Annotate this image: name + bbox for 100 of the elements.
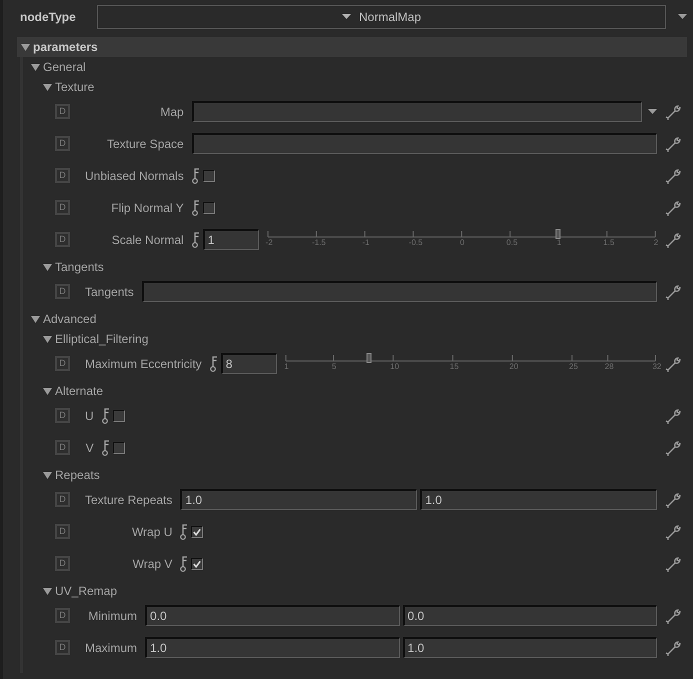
caret-icon[interactable]	[21, 42, 30, 52]
checkbox[interactable]	[112, 442, 125, 454]
group-title[interactable]: Tangents	[55, 258, 104, 276]
default-toggle-button[interactable]: D	[55, 640, 70, 655]
parameter-label: Maximum Eccentricity	[85, 356, 202, 372]
key-icon[interactable]	[192, 168, 200, 184]
group-title[interactable]: UV_Remap	[55, 582, 118, 600]
key-icon[interactable]	[192, 232, 200, 248]
group-title[interactable]: Advanced	[43, 310, 96, 328]
group-title[interactable]: Texture	[55, 78, 94, 96]
caret-icon[interactable]	[43, 386, 52, 396]
wrench-icon[interactable]	[665, 136, 681, 152]
slider-track[interactable]	[284, 354, 657, 362]
slider-track[interactable]	[266, 230, 657, 238]
number-field[interactable]: 1.0	[420, 489, 658, 510]
key-icon[interactable]	[180, 556, 188, 572]
default-toggle-button[interactable]: D	[55, 168, 70, 183]
tick-label: -2	[266, 236, 273, 248]
wrench-icon[interactable]	[665, 608, 681, 624]
number-field[interactable]: 1.0	[145, 637, 400, 658]
parameter-label: Wrap V	[132, 556, 172, 572]
checkbox[interactable]	[191, 558, 204, 570]
tick-label: 10	[390, 360, 400, 372]
default-toggle-button[interactable]: D	[55, 440, 70, 455]
wrench-icon[interactable]	[665, 556, 681, 572]
default-toggle-button[interactable]: D	[55, 524, 70, 539]
number-field[interactable]: 1.0	[180, 489, 418, 510]
checkbox[interactable]	[191, 526, 204, 538]
text-field[interactable]	[142, 281, 657, 302]
key-icon[interactable]	[102, 408, 110, 424]
tick-label: 28	[604, 360, 614, 372]
caret-icon[interactable]	[43, 334, 52, 344]
default-toggle-button[interactable]: D	[55, 356, 70, 371]
wrench-icon[interactable]	[665, 408, 681, 424]
group-title[interactable]: General	[43, 58, 86, 76]
parameters-header[interactable]: parameters	[17, 37, 687, 57]
parameter-label: U	[85, 408, 94, 424]
default-toggle-button[interactable]: D	[55, 284, 70, 299]
wrench-icon[interactable]	[665, 232, 681, 248]
number-field[interactable]: 1.0	[402, 637, 658, 658]
slider-thumb[interactable]	[556, 228, 561, 238]
wrench-icon[interactable]	[665, 492, 681, 508]
default-toggle-button[interactable]: D	[55, 556, 70, 571]
wrench-icon[interactable]	[665, 104, 681, 120]
tick-label: 20	[509, 360, 518, 372]
caret-icon[interactable]	[31, 314, 40, 324]
parameter-label: Maximum	[85, 640, 138, 656]
default-toggle-button[interactable]: D	[55, 492, 70, 507]
dropdown-arrow-icon[interactable]	[648, 108, 657, 114]
group-title[interactable]: Alternate	[55, 382, 104, 400]
parameter-label: Tangents	[85, 284, 134, 300]
key-icon[interactable]	[210, 356, 218, 372]
number-field[interactable]: 1	[202, 229, 259, 250]
default-toggle-button[interactable]: D	[55, 408, 70, 423]
caret-icon[interactable]	[43, 82, 52, 92]
checkbox[interactable]	[112, 410, 125, 422]
caret-icon[interactable]	[43, 262, 52, 272]
checkbox[interactable]	[202, 170, 215, 182]
tick-label: -0.5	[408, 236, 423, 248]
node-type-label: nodeType	[19, 9, 77, 26]
key-icon[interactable]	[180, 524, 188, 540]
default-toggle-button[interactable]: D	[55, 608, 70, 623]
section-title: parameters	[33, 39, 98, 56]
tick-label: -1.5	[312, 236, 326, 248]
node-type-dropdown[interactable]: NormalMap	[97, 5, 666, 29]
tick-label: 1	[284, 360, 289, 372]
default-toggle-button[interactable]: D	[55, 136, 70, 151]
default-toggle-button[interactable]: D	[55, 104, 70, 119]
number-field[interactable]: 0.0	[145, 605, 400, 626]
tick-label: 2	[654, 236, 658, 248]
tick-label: 0	[460, 236, 464, 248]
tick-label: 0.5	[506, 236, 518, 248]
key-icon[interactable]	[192, 200, 200, 216]
wrench-icon[interactable]	[665, 168, 681, 184]
wrench-icon[interactable]	[665, 640, 681, 656]
wrench-icon[interactable]	[665, 284, 681, 300]
text-field[interactable]	[192, 101, 642, 122]
wrench-icon[interactable]	[665, 524, 681, 540]
parameter-label: Texture Space	[107, 136, 184, 152]
default-toggle-button[interactable]: D	[55, 200, 70, 215]
wrench-icon[interactable]	[665, 356, 681, 372]
checkbox[interactable]	[202, 202, 215, 214]
wrench-icon[interactable]	[665, 440, 681, 456]
default-toggle-button[interactable]: D	[55, 232, 70, 247]
group-title[interactable]: Elliptical_Filtering	[55, 330, 148, 348]
group-title[interactable]: Repeats	[55, 466, 100, 484]
caret-icon[interactable]	[43, 586, 52, 596]
caret-icon[interactable]	[31, 62, 40, 72]
slider-thumb[interactable]	[366, 352, 372, 362]
number-field[interactable]: 0.0	[402, 605, 658, 626]
tick-label: 1	[556, 236, 562, 248]
parameter-label: V	[86, 440, 94, 456]
parameter-label: Scale Normal	[112, 232, 184, 248]
text-field[interactable]	[192, 133, 657, 154]
number-field[interactable]: 8	[220, 353, 277, 374]
wrench-icon[interactable]	[665, 200, 681, 216]
dropdown-arrow-icon[interactable]	[678, 14, 687, 20]
parameter-label: Flip Normal Y	[111, 200, 184, 216]
key-icon[interactable]	[102, 440, 110, 456]
caret-icon[interactable]	[43, 470, 52, 480]
